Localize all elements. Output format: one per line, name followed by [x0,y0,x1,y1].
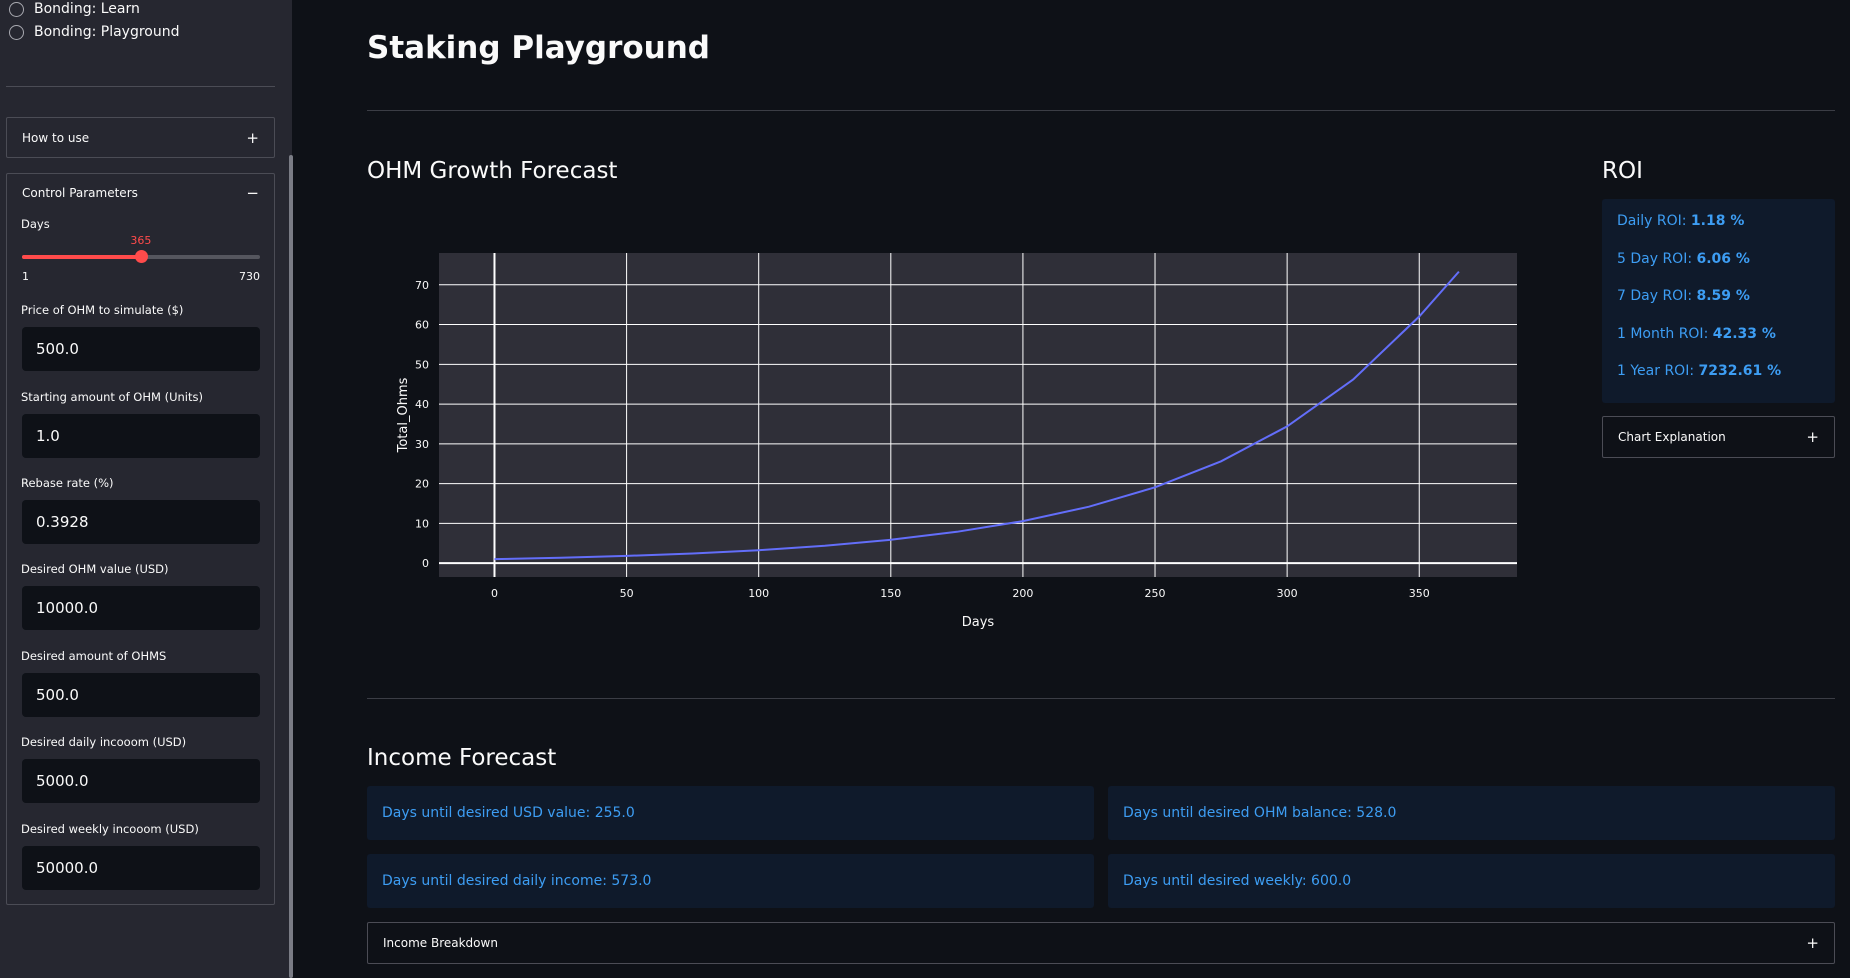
radio-bonding-playground[interactable]: Bonding: Playground [9,24,179,40]
x-tick-label: 350 [1409,587,1430,600]
price-input[interactable]: 500.0 [22,327,260,371]
how-to-use-label: How to use [22,131,90,145]
weekly-income-days-card: Days until desired weekly: 600.0 [1108,854,1835,908]
radio-circle-icon [9,24,24,40]
minus-icon[interactable]: − [246,184,259,202]
desired-ohms-label: Desired amount of OHMS [21,649,167,663]
y-tick-label: 10 [415,517,429,530]
income-forecast-title: Income Forecast [367,745,557,771]
radio-label: Bonding: Playground [34,24,180,40]
x-tick-label: 100 [748,587,769,600]
starting-amount-input[interactable]: 1.0 [22,414,260,458]
plus-icon[interactable]: + [246,129,259,147]
roi-1-month: 1 Month ROI: 42.33 % [1617,325,1776,342]
x-tick-label: 150 [880,587,901,600]
roi-daily: Daily ROI: 1.18 % [1617,213,1745,229]
x-tick-label: 300 [1277,587,1298,600]
roi-info-box: Daily ROI: 1.18 % 5 Day ROI: 6.06 % 7 Da… [1602,199,1835,403]
sidebar-scrollbar[interactable] [289,155,293,978]
control-parameters-header[interactable]: Control Parameters − [7,174,274,212]
y-tick-label: 0 [422,557,429,570]
y-tick-label: 20 [415,478,429,491]
radio-circle-icon [9,1,24,17]
y-tick-label: 70 [415,279,429,292]
ohm-balance-days-card: Days until desired OHM balance: 528.0 [1108,786,1835,840]
plus-icon[interactable]: + [1806,428,1819,446]
rebase-rate-input[interactable]: 0.3928 [22,500,260,544]
price-label: Price of OHM to simulate ($) [21,303,184,317]
x-tick-label: 250 [1145,587,1166,600]
income-breakdown-expander[interactable]: Income Breakdown + [367,922,1835,964]
divider [367,698,1835,699]
radio-label: Bonding: Learn [34,1,140,17]
y-axis-label: Total_Ohms [396,377,411,453]
days-slider-thumb[interactable] [134,250,148,263]
growth-forecast-title: OHM Growth Forecast [367,158,618,184]
radio-bonding-learn[interactable]: Bonding: Learn [9,1,140,17]
desired-daily-income-label: Desired daily incooom (USD) [21,735,187,749]
desired-weekly-income-input[interactable]: 50000.0 [22,846,260,890]
days-slider-max: 730 [239,270,260,283]
roi-7-day: 7 Day ROI: 8.59 % [1617,288,1750,304]
daily-income-days-card: Days until desired daily income: 573.0 [367,854,1094,908]
chart-explanation-label: Chart Explanation [1618,430,1726,444]
days-label: Days [21,217,50,231]
page-title: Staking Playground [367,30,710,66]
days-slider[interactable] [22,250,260,263]
roi-5-day: 5 Day ROI: 6.06 % [1617,250,1750,267]
desired-ohms-input[interactable]: 500.0 [22,673,260,717]
y-tick-label: 60 [415,319,429,332]
sidebar: Bonding: Learn Bonding: Playground How t… [0,0,293,978]
starting-amount-label: Starting amount of OHM (Units) [21,390,203,404]
x-tick-label: 200 [1012,587,1033,600]
rebase-rate-label: Rebase rate (%) [21,476,114,490]
income-breakdown-label: Income Breakdown [383,936,498,950]
desired-weekly-income-label: Desired weekly incooom (USD) [21,822,199,836]
divider [367,110,1835,111]
control-parameters-label: Control Parameters [22,186,138,200]
roi-title: ROI [1602,158,1643,184]
days-slider-value: 365 [130,234,152,247]
growth-chart[interactable]: 0 10 20 30 40 50 60 70 0 50 100 150 200 250 300 350 Days… [367,215,1557,635]
how-to-use-expander[interactable]: How to use + [6,117,275,158]
desired-ohm-value-label: Desired OHM value (USD) [21,562,169,576]
x-tick-label: 50 [620,587,634,600]
x-tick-label: 0 [491,587,498,600]
y-tick-label: 50 [415,358,429,371]
desired-ohm-value-input[interactable]: 10000.0 [22,586,260,630]
growth-chart-svg: 0 10 20 30 40 50 60 70 0 50 100 150 200 250 300 350 Days… [396,253,1517,630]
days-slider-fill [22,255,141,259]
y-tick-label: 30 [415,438,429,451]
chart-explanation-expander[interactable]: Chart Explanation + [1602,416,1835,458]
usd-value-days-card: Days until desired USD value: 255.0 [367,786,1094,840]
plus-icon[interactable]: + [1806,934,1819,952]
sidebar-divider [6,86,275,87]
days-slider-min: 1 [22,270,29,283]
desired-daily-income-input[interactable]: 5000.0 [22,759,260,803]
x-axis-label: Days [962,615,995,630]
y-tick-label: 40 [415,398,429,411]
roi-1-year: 1 Year ROI: 7232.61 % [1617,363,1782,379]
